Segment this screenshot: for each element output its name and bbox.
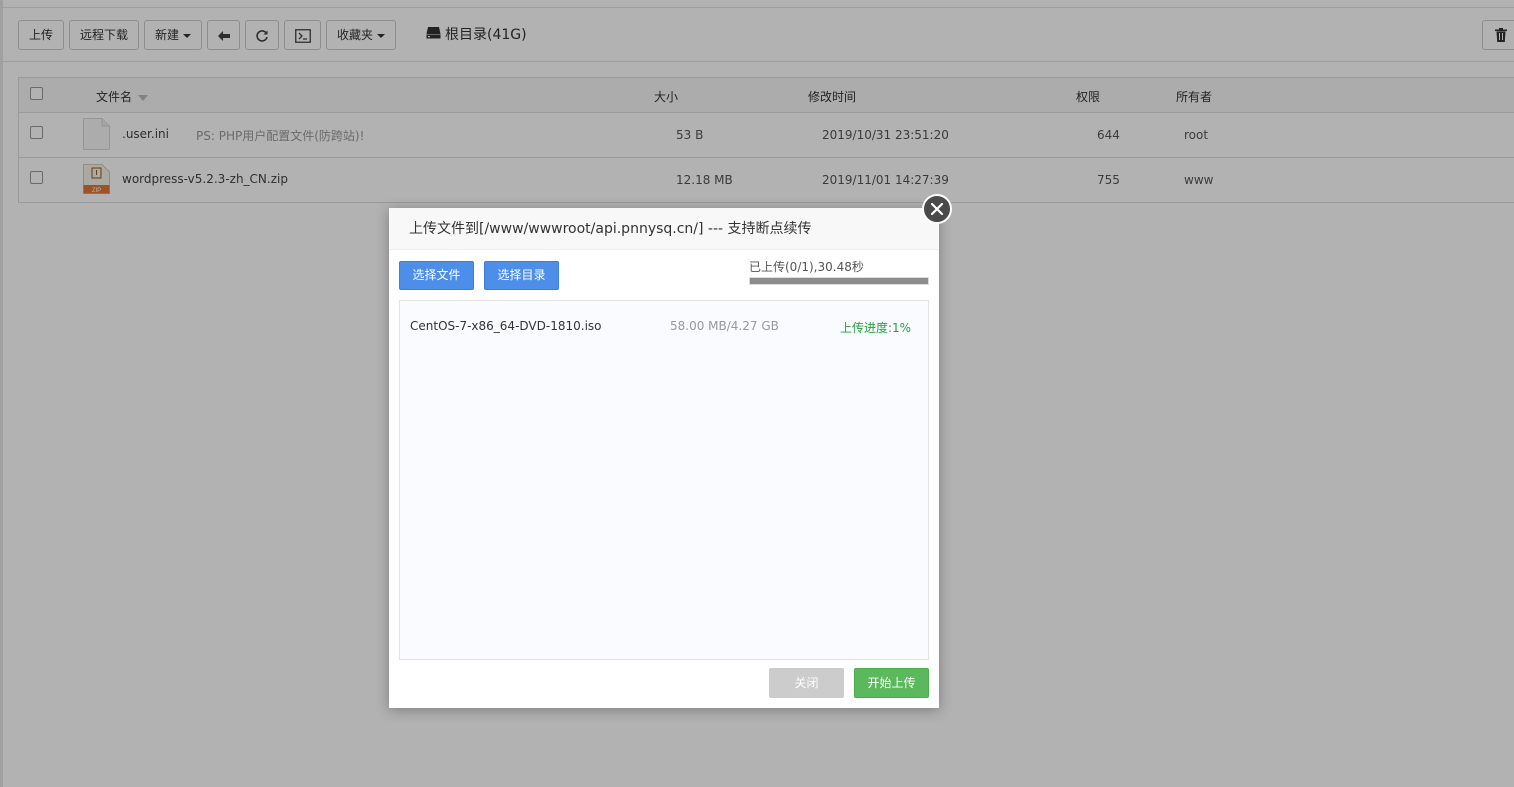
upload-file-name: CentOS-7-x86_64-DVD-1810.iso: [410, 319, 602, 333]
choose-directory-button[interactable]: 选择目录: [484, 261, 559, 290]
close-button[interactable]: 关闭: [769, 668, 844, 698]
upload-status-text: 已上传(0/1),30.48秒: [749, 260, 864, 274]
overall-progress-bar: [749, 277, 929, 285]
upload-file-progress: 上传进度:1%: [840, 321, 912, 335]
upload-file-size: 58.00 MB/4.27 GB: [670, 319, 779, 333]
list-item[interactable]: CentOS-7-x86_64-DVD-1810.iso 58.00 MB/4.…: [400, 301, 928, 351]
close-icon: [931, 203, 943, 215]
dialog-title: 上传文件到[/www/wwwroot/api.pnnysq.cn/] --- 支…: [389, 208, 939, 250]
upload-dialog: 上传文件到[/www/wwwroot/api.pnnysq.cn/] --- 支…: [389, 194, 952, 708]
overall-progress-fill: [750, 278, 928, 284]
start-upload-button[interactable]: 开始上传: [854, 668, 929, 698]
upload-file-list: CentOS-7-x86_64-DVD-1810.iso 58.00 MB/4.…: [399, 300, 929, 660]
choose-file-button[interactable]: 选择文件: [399, 261, 474, 290]
dialog-close-button[interactable]: [922, 194, 952, 224]
